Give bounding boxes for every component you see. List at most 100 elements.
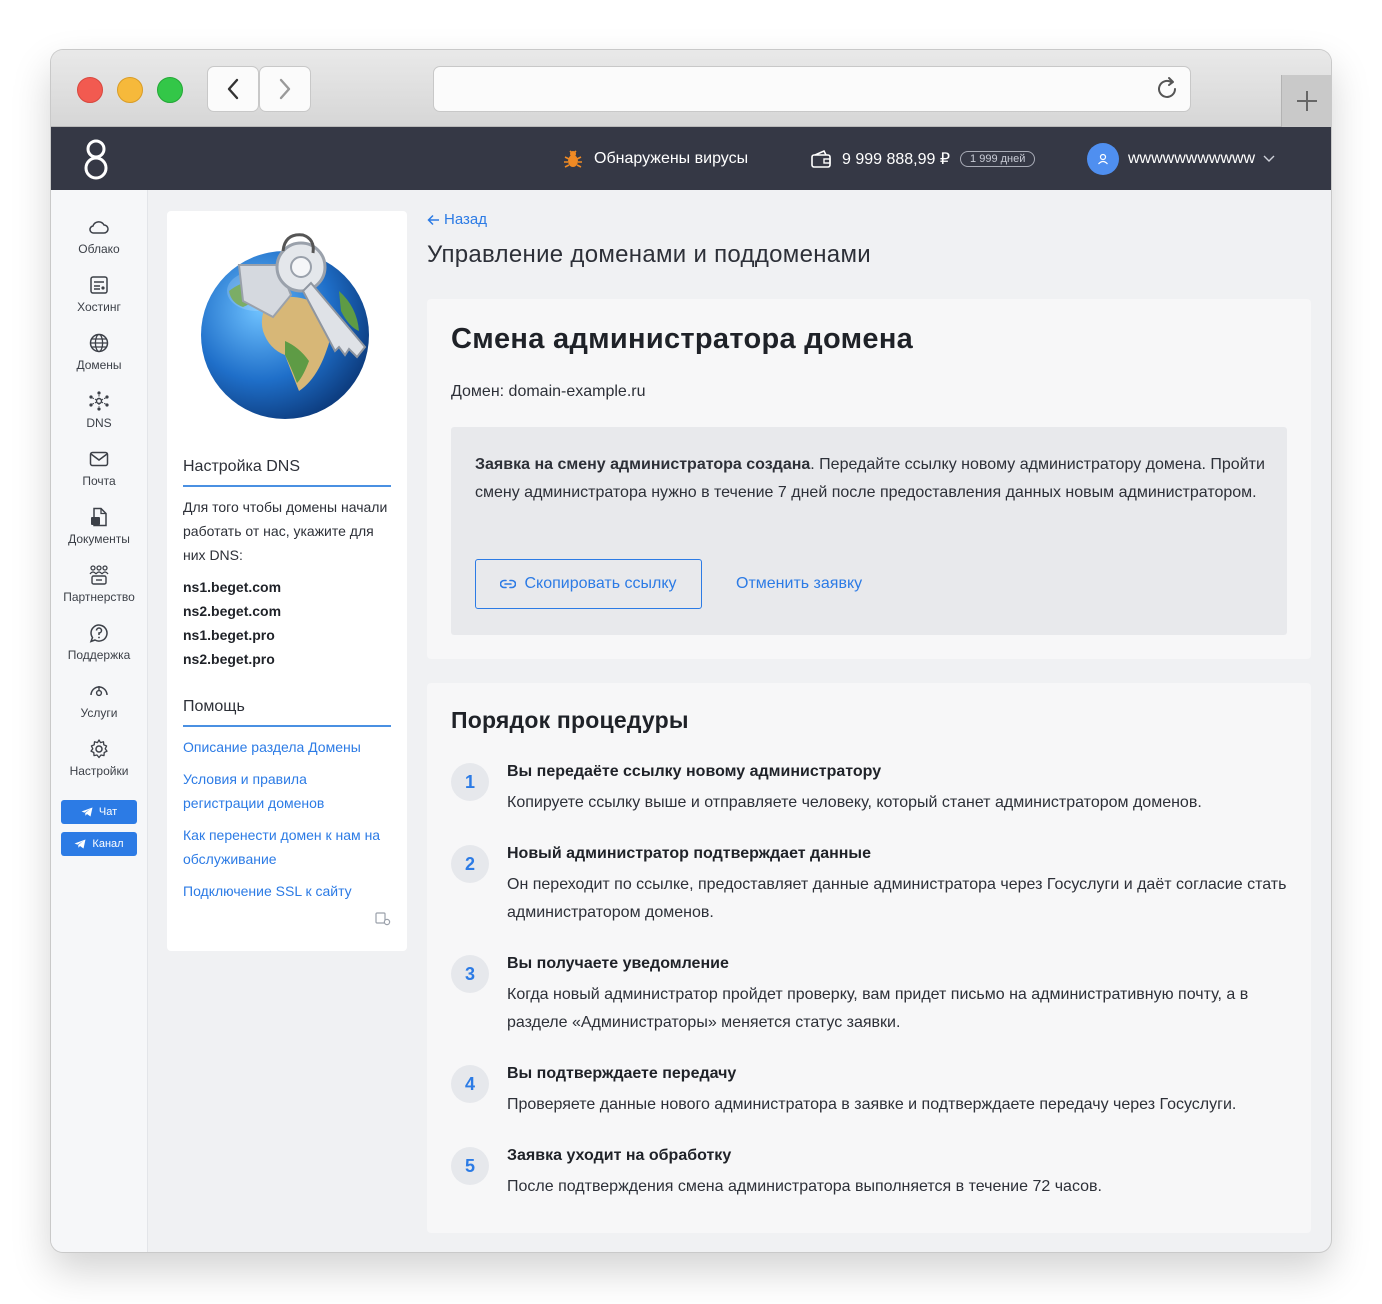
domain-value: domain-example.ru: [508, 383, 646, 400]
step-title: Вы получаете уведомление: [507, 955, 729, 972]
step-number: 5: [451, 1147, 489, 1185]
nameserver: ns1.beget.pro: [183, 627, 275, 643]
help-link-transfer-domain[interactable]: Как перенести домен к нам на обслуживани…: [183, 823, 391, 871]
chevron-right-icon: [279, 78, 291, 100]
settings-icon: [90, 739, 108, 759]
sidebar-item-mail[interactable]: Почта: [51, 448, 147, 488]
virus-alert[interactable]: Обнаружены вирусы: [562, 127, 748, 190]
step-number: 1: [451, 763, 489, 801]
step-title: Вы передаёте ссылку новому администратор…: [507, 763, 882, 780]
nameserver: ns1.beget.com: [183, 579, 282, 595]
telegram-icon: [74, 839, 86, 849]
domain-line: Домен: domain-example.ru: [451, 383, 646, 401]
card-title: Смена администратора домена: [451, 323, 914, 355]
sidebar-item-label: Поддержка: [67, 648, 131, 662]
nameserver: ns2.beget.pro: [183, 651, 275, 667]
widget-settings-icon[interactable]: [375, 912, 391, 926]
browser-back-button[interactable]: [207, 66, 259, 112]
close-window-button[interactable]: [77, 77, 103, 103]
arrow-left-icon: [427, 214, 439, 225]
notice-bold: Заявка на смену администратора создана: [475, 456, 811, 473]
sidebar-item-label: Документы: [68, 532, 130, 546]
step-title: Новый администратор подтверждает данные: [507, 845, 871, 862]
balance[interactable]: 9 999 888,99 ₽ 1 999 дней: [810, 127, 1036, 190]
nameserver: ns2.beget.com: [183, 603, 282, 619]
telegram-chat-label: Чат: [98, 806, 118, 818]
maximize-window-button[interactable]: [157, 77, 183, 103]
balance-value: 9 999 888,99 ₽: [842, 150, 951, 168]
app-header: Обнаружены вирусы 9 999 888,99 ₽ 1 999 д…: [51, 127, 1331, 190]
days-badge: 1 999 дней: [960, 150, 1036, 167]
sidebar-item-label: Облако: [78, 242, 120, 256]
telegram-channel-button[interactable]: Канал: [61, 832, 137, 856]
sidebar-item-label: Почта: [82, 474, 116, 488]
cloud-icon: [89, 221, 109, 234]
step-description: После подтверждения смена администратора…: [507, 1178, 1102, 1195]
step-description: Он переходит по ссылке, предоставляет да…: [507, 876, 1287, 921]
copy-link-label: Скопировать ссылку: [524, 575, 677, 592]
back-link[interactable]: Назад: [427, 211, 487, 228]
sidebar-item-documents[interactable]: Документы: [51, 506, 147, 546]
admin-change-card: Смена администратора домена Домен: domai…: [427, 299, 1311, 659]
reload-icon[interactable]: [1156, 76, 1180, 102]
telegram-chat-button[interactable]: Чат: [61, 800, 137, 824]
sidebar-item-label: Услуги: [80, 706, 118, 720]
sidebar-item-dns[interactable]: DNS: [51, 390, 147, 430]
avatar: [1087, 142, 1119, 175]
sidebar: Облако Хостинг Домены DNS Почта Документ…: [51, 190, 148, 1252]
username: wwwwwwwwwww: [1128, 149, 1256, 167]
dns-heading: Настройка DNS: [183, 458, 391, 487]
wallet-icon: [811, 149, 831, 168]
step-number: 4: [451, 1065, 489, 1103]
help-link-ssl[interactable]: Подключение SSL к сайту: [183, 879, 391, 903]
step-title: Вы подтверждаете передачу: [507, 1065, 737, 1082]
partners-icon: [89, 565, 109, 585]
browser-window: Обнаружены вирусы 9 999 888,99 ₽ 1 999 д…: [51, 50, 1331, 1252]
help-link-domains-section[interactable]: Описание раздела Домены: [183, 735, 391, 759]
link-icon: [500, 579, 517, 589]
virus-alert-label: Обнаружены вирусы: [594, 149, 749, 167]
plus-icon: [1297, 91, 1317, 111]
user-icon: [1098, 153, 1108, 164]
new-tab-button[interactable]: [1281, 75, 1331, 127]
step-description: Проверяете данные нового администратора …: [507, 1096, 1237, 1113]
globe-with-keys-illustration: [201, 233, 369, 419]
sidebar-item-cloud[interactable]: Облако: [51, 216, 147, 256]
sidebar-item-hosting[interactable]: Хостинг: [51, 274, 147, 314]
minimize-window-button[interactable]: [117, 77, 143, 103]
mail-icon: [89, 451, 109, 467]
address-bar[interactable]: [433, 66, 1191, 112]
page-title: Управление доменами и поддоменами: [427, 241, 871, 268]
support-icon: [89, 624, 108, 643]
browser-chrome: [51, 50, 1331, 127]
sidebar-item-label: Партнерство: [63, 590, 135, 604]
sidebar-item-label: Настройки: [69, 764, 129, 778]
sidebar-item-support[interactable]: Поддержка: [51, 622, 147, 662]
help-link-registration-rules[interactable]: Условия и правила регистрации доменов: [183, 767, 391, 815]
sidebar-item-partners[interactable]: Партнерство: [51, 564, 147, 604]
cancel-request-button[interactable]: Отменить заявку: [736, 575, 862, 593]
services-icon: [90, 686, 108, 697]
notice-text: Заявка на смену администратора создана. …: [475, 451, 1265, 507]
help-heading: Помощь: [183, 698, 391, 727]
sidebar-item-services[interactable]: Услуги: [51, 680, 147, 720]
sidebar-item-domains[interactable]: Домены: [51, 332, 147, 372]
telegram-icon: [81, 807, 93, 817]
globe-icon: [89, 333, 109, 353]
step-number: 2: [451, 845, 489, 883]
browser-forward-button[interactable]: [259, 66, 311, 112]
copy-link-button[interactable]: Скопировать ссылку: [475, 559, 702, 609]
procedure-card: Порядок процедуры 1 Вы передаёте ссылку …: [427, 683, 1311, 1233]
chevron-down-icon: [1263, 155, 1275, 162]
hosting-icon: [90, 276, 108, 294]
procedure-title: Порядок процедуры: [451, 707, 689, 733]
sidebar-item-settings[interactable]: Настройки: [51, 738, 147, 778]
chevron-left-icon: [227, 78, 239, 100]
step-description: Копируете ссылку выше и отправляете чело…: [507, 794, 1202, 811]
domain-label: Домен:: [451, 383, 505, 400]
dns-icon: [89, 391, 109, 411]
user-menu[interactable]: wwwwwwwwwww: [1087, 127, 1275, 190]
beget-logo-icon[interactable]: [83, 137, 109, 181]
info-panel: Настройка DNS Для того чтобы домены нача…: [167, 211, 407, 951]
request-notice: Заявка на смену администратора создана. …: [451, 427, 1287, 635]
